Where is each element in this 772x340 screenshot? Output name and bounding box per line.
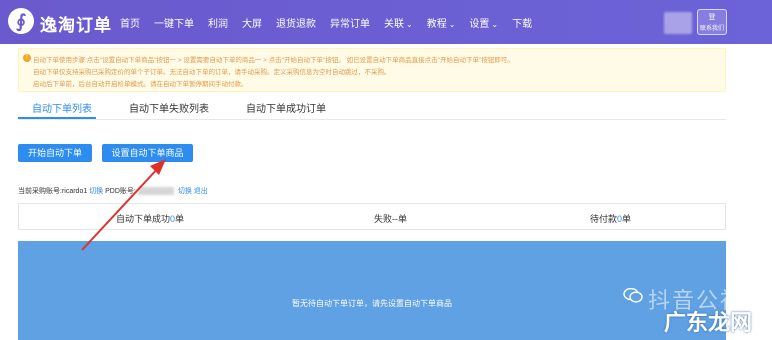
main-nav: 首页 一键下单 利润 大屏 退货退款 异常订单 关联 ⌄ 教程 ⌄ 设置 ⌄ 下载 [120, 15, 532, 30]
nav-label-tutorial: 教程 [426, 19, 447, 30]
nav-item-link[interactable]: 关联 ⌄ [384, 15, 413, 30]
redacted-account-name [137, 187, 174, 196]
logout-link[interactable]: 退出 [194, 188, 208, 195]
nav-item-abnormal-orders[interactable]: 异常订单 [330, 15, 370, 30]
failed-count-stat: 失败--单 [374, 214, 407, 224]
success-unit: 单 [175, 214, 185, 224]
chevron-down-icon: ⌄ [406, 20, 413, 29]
warning-icon: ! [23, 54, 31, 62]
account-info: 当前采购账号:ricardo1 切换 PDD账号: 切换 退出 [18, 186, 208, 196]
tab-auto-order-success[interactable]: 自动下单成功订单 [246, 100, 326, 120]
user-box-line2: 联系我们 [699, 26, 724, 32]
start-auto-order-button[interactable]: 开始自动下单 [18, 144, 92, 162]
chevron-down-icon: ⌄ [448, 20, 456, 29]
notice-line-3: 启动后下单前，后台自动开启检单模式。请在自动下单暂停期间手动付款。 [33, 81, 248, 88]
contact-button[interactable]: 登 联系我们 [697, 9, 727, 35]
watermark-text-2: 广东龙网 [664, 310, 753, 335]
nav-item-home[interactable]: 首页 [120, 15, 140, 30]
top-navigation-bar: ∮ 逸淘订单 首页 一键下单 利润 大屏 退货退款 异常订单 关联 ⌄ 教程 ⌄ 设… [0, 0, 772, 44]
app-logo-icon[interactable]: ∮ [8, 8, 34, 34]
order-list-empty-state: 暂无待自动下单订单，请先设置自动下单商品 [18, 241, 726, 340]
success-count-stat: 自动下单成功0单 [116, 212, 184, 225]
nav-item-download[interactable]: 下载 [512, 15, 532, 30]
app-title[interactable]: 逸淘订单 [40, 11, 112, 36]
switch-pdd-account-link[interactable]: 切换 [178, 188, 192, 195]
set-auto-order-products-button[interactable]: 设置自动下单商品 [102, 144, 193, 162]
tab-auto-order-failed[interactable]: 自动下单失败列表 [129, 100, 209, 120]
pending-unit: 单 [622, 214, 632, 224]
empty-state-message: 暂无待自动下单订单，请先设置自动下单商品 [292, 299, 452, 308]
nav-item-dashboard[interactable]: 大屏 [242, 15, 262, 30]
nav-item-settings[interactable]: 设置 ⌄ [469, 15, 498, 30]
switch-purchase-account-link[interactable]: 切换 [89, 188, 103, 195]
purchase-account-label: 当前采购账号:ricardo1 [18, 188, 88, 195]
wechat-icon [623, 288, 643, 303]
nav-label-link: 关联 [384, 19, 404, 30]
notice-line-1: 自动下单使用步骤:点击"设置自动下单商品"按钮一 > 设置需要自动下单的商品一 … [33, 57, 514, 64]
notice-line-2: 自动下单仅支持采购已采购定价的单个子订单。无法自动下单的订单，请手动采购。定义采… [33, 69, 391, 76]
order-stats-bar: 自动下单成功0单 失败--单 待付款0单 [18, 203, 726, 230]
nav-item-one-click-order[interactable]: 一键下单 [154, 15, 194, 30]
avatar[interactable] [664, 12, 692, 34]
success-label: 自动下单成功 [116, 214, 171, 224]
tabs-divider [18, 119, 726, 120]
pending-label: 待付款 [590, 214, 618, 224]
chevron-down-icon: ⌄ [491, 20, 499, 29]
pdd-account-label: PDD账号: [105, 188, 136, 195]
nav-item-profit[interactable]: 利润 [208, 15, 228, 30]
user-box-line1: 登 [708, 14, 716, 21]
usage-notice: ! 自动下单使用步骤:点击"设置自动下单商品"按钮一 > 设置需要自动下单的商品… [18, 48, 726, 92]
nav-item-returns[interactable]: 退货退款 [276, 15, 316, 30]
nav-label-settings: 设置 [469, 19, 490, 30]
nav-item-tutorial[interactable]: 教程 ⌄ [427, 15, 456, 30]
pending-payment-stat: 待付款0单 [590, 212, 631, 225]
